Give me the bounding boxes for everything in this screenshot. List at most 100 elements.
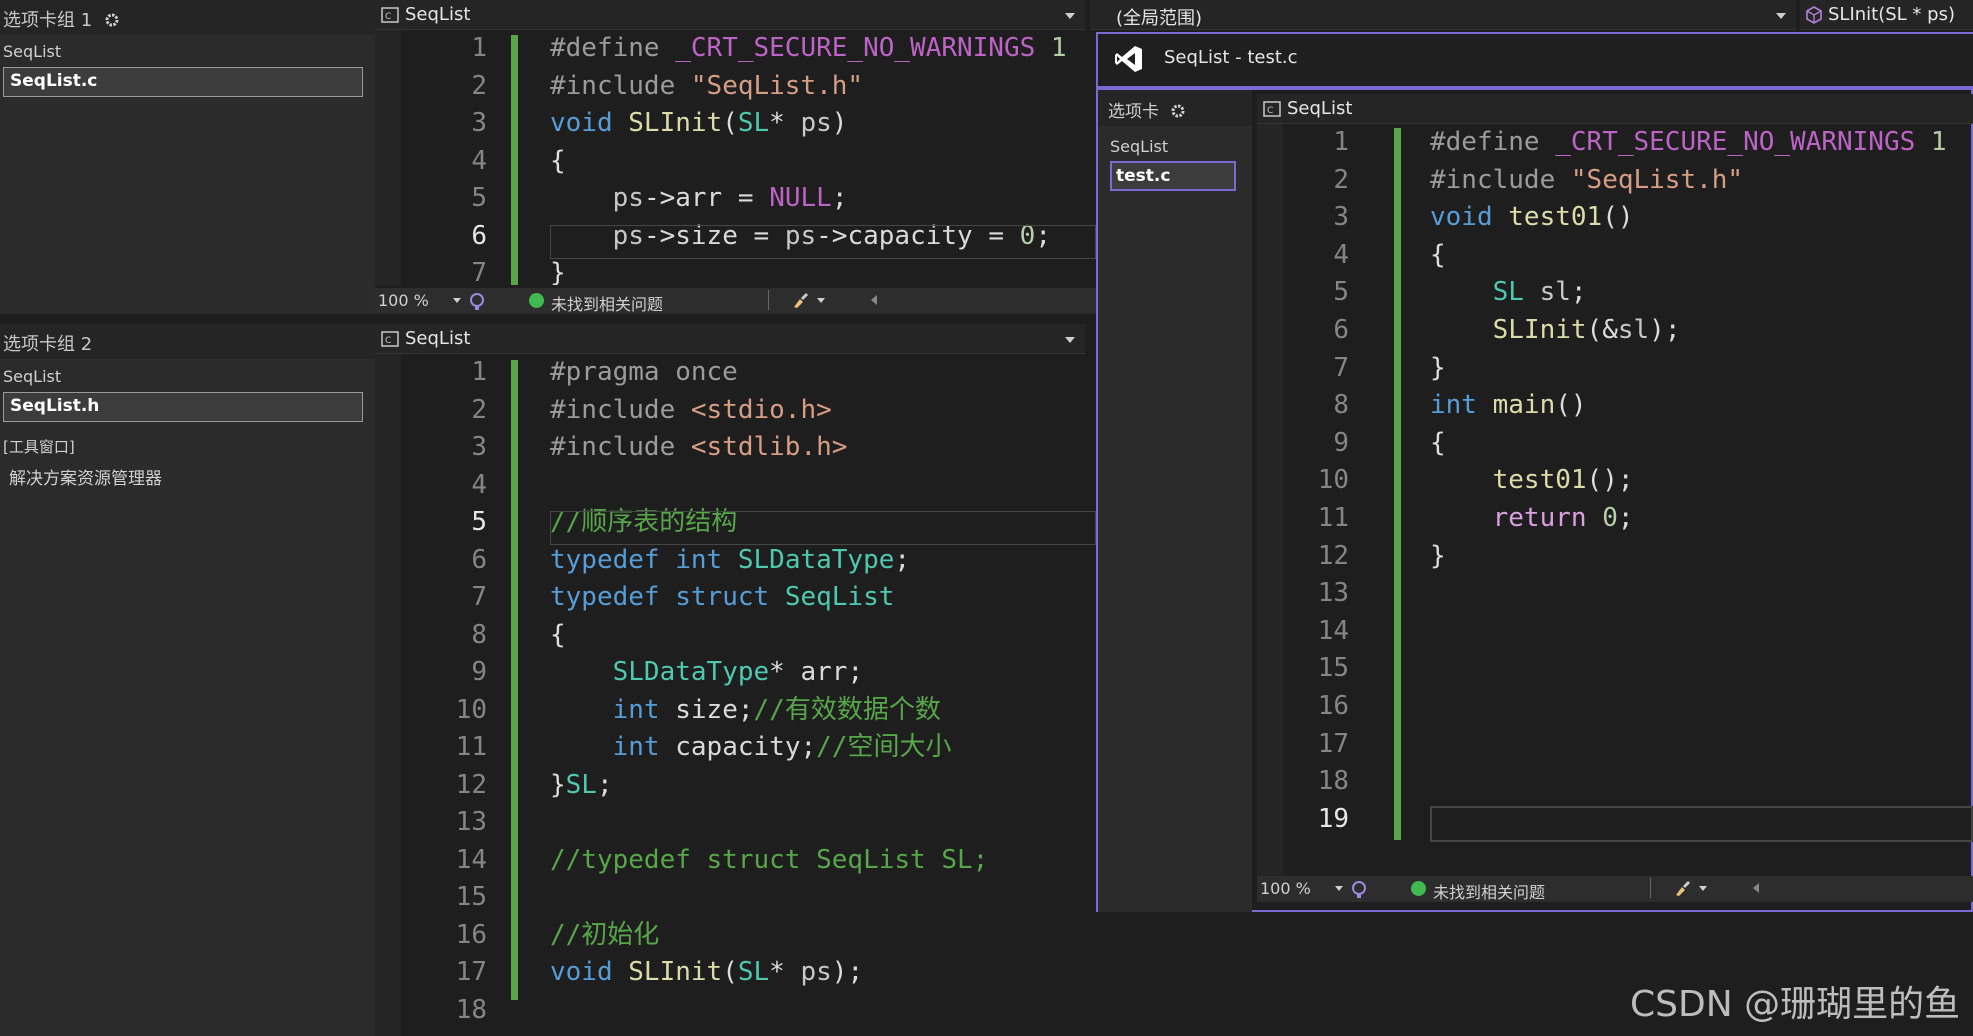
line-number: 17 [455, 957, 487, 987]
spell-icon[interactable] [1351, 880, 1367, 898]
code-line[interactable]: #define _CRT_SECURE_NO_WARNINGS 1 [1430, 124, 1947, 162]
gear-icon[interactable] [1170, 103, 1186, 119]
float-change-bar [1394, 128, 1401, 840]
float-tab-panel: 选项卡 SeqList test.c [1098, 90, 1252, 912]
status-text[interactable]: 未找到相关问题 [551, 291, 663, 315]
code-line[interactable]: SLInit(&sl); [1430, 312, 1681, 350]
code-token: { [1430, 239, 1446, 270]
code-line[interactable]: { [550, 143, 566, 181]
spell-icon[interactable] [469, 292, 485, 310]
line-number: 7 [471, 258, 487, 288]
chevron-down-icon[interactable] [1699, 886, 1707, 891]
tab-file-seqlist-c[interactable]: SeqList.c [3, 67, 363, 97]
line-number: 12 [1317, 540, 1349, 571]
code-token: #include [550, 394, 691, 425]
code-token: ; [894, 544, 911, 575]
solution-explorer-item[interactable]: 解决方案资源管理器 [9, 464, 162, 489]
scope-dropdown[interactable]: (全局范围) [1090, 0, 1796, 30]
brush-icon[interactable] [790, 291, 810, 309]
zoom-level[interactable]: 100 % [378, 291, 429, 310]
code-line[interactable]: void SLInit(SL* ps); [550, 954, 863, 992]
tab-file-test-c[interactable]: test.c [1110, 161, 1236, 191]
float-status-text[interactable]: 未找到相关问题 [1433, 879, 1545, 903]
float-code-area[interactable]: #define _CRT_SECURE_NO_WARNINGS 1 #includ… [1430, 124, 1973, 876]
line-number: 1 [1333, 127, 1349, 157]
code-token: typedef [550, 582, 676, 612]
chevron-down-icon[interactable] [453, 298, 461, 303]
code-line[interactable]: } [550, 255, 566, 285]
code-line[interactable]: #include "SeqList.h" [1430, 162, 1743, 200]
code-line[interactable]: #include <stdlib.h> [550, 429, 847, 467]
code-line[interactable]: int capacity;//空间大小 [550, 729, 952, 767]
code-line[interactable]: { [1430, 425, 1446, 463]
tab-group-2-header[interactable]: 选项卡组 2 [0, 324, 375, 359]
code-line[interactable]: test01(); [1430, 462, 1634, 500]
brush-icon[interactable] [1672, 879, 1692, 897]
code-line[interactable]: SLDataType* arr; [550, 654, 863, 692]
code-token: _CRT_SECURE_NO_WARNINGS [675, 33, 1036, 63]
code-line[interactable]: { [550, 617, 566, 655]
top-project-dropdown[interactable]: C SeqList [375, 0, 1085, 30]
code-line[interactable]: SL sl; [1430, 274, 1587, 312]
code-token: sl [1617, 315, 1650, 345]
code-line[interactable]: #include <stdio.h> [550, 392, 832, 430]
file-c-icon: C [1263, 101, 1281, 117]
line-number: 5 [1333, 277, 1349, 308]
code-line[interactable]: int size;//有效数据个数 [550, 692, 941, 730]
code-token: } [550, 258, 566, 285]
bottom-code-area[interactable]: #pragma once #include <stdio.h> #include <… [550, 354, 1096, 1036]
line-number: 12 [455, 769, 487, 800]
code-line[interactable]: //typedef struct SeqList SL; [550, 842, 988, 880]
code-line[interactable]: typedef int SLDataType; [550, 542, 910, 580]
code-line[interactable]: #include "SeqList.h" [550, 68, 863, 106]
code-line[interactable]: { [1430, 237, 1446, 275]
member-dropdown[interactable]: SLInit(SL * ps) [1800, 0, 1973, 30]
chevron-down-icon[interactable] [817, 298, 825, 303]
float-project-dropdown[interactable]: C SeqList [1257, 94, 1973, 124]
line-number: 6 [471, 220, 487, 251]
code-line[interactable]: return 0; [1430, 500, 1634, 538]
file-c-icon: C [381, 7, 399, 23]
gear-icon[interactable] [104, 12, 120, 28]
float-tab-group-title: 选项卡 [1108, 102, 1159, 122]
code-line[interactable]: int main() [1430, 387, 1587, 425]
code-line[interactable]: }SL; [550, 767, 613, 805]
code-token: ps [612, 183, 644, 213]
code-token: 1 [1050, 33, 1067, 63]
code-line[interactable]: } [1430, 538, 1446, 576]
line-number: 1 [471, 33, 487, 63]
bottom-project-dropdown[interactable]: C SeqList [375, 324, 1085, 354]
line-number: 7 [1333, 352, 1349, 383]
chevron-down-icon[interactable] [1335, 886, 1343, 891]
code-line[interactable]: typedef struct SeqList [550, 579, 894, 617]
status-ok-icon [529, 293, 544, 308]
code-token: //有效数据个数 [753, 694, 941, 725]
code-line[interactable]: } [1430, 350, 1446, 388]
code-token: * [769, 957, 801, 987]
code-token: #include [1430, 164, 1571, 195]
code-token: int [1430, 390, 1493, 421]
code-line[interactable]: ps->arr = NULL; [550, 180, 848, 218]
code-line[interactable]: //初始化 [550, 917, 659, 955]
line-number: 8 [1333, 390, 1349, 421]
float-zoom-level[interactable]: 100 % [1260, 879, 1311, 898]
code-token: () [1602, 202, 1634, 233]
code-line[interactable]: #pragma once [550, 354, 738, 392]
code-line[interactable]: void test01() [1430, 199, 1634, 237]
code-token: capacity [675, 732, 801, 762]
tab-file-seqlist-h[interactable]: SeqList.h [3, 392, 363, 422]
line-number: 5 [471, 183, 487, 213]
code-token: int [612, 694, 676, 725]
line-number: 8 [471, 619, 487, 650]
float-tab-group-header[interactable]: 选项卡 [1098, 90, 1252, 126]
code-line[interactable]: void SLInit(SL* ps) [550, 105, 847, 143]
window-title-bar[interactable]: SeqList - test.c [1098, 34, 1973, 86]
line-number: 4 [1333, 239, 1349, 270]
code-token: * [769, 657, 801, 687]
scroll-left-icon[interactable] [1753, 883, 1759, 893]
code-token: SLDataType [737, 544, 895, 575]
tab-group-1-header[interactable]: 选项卡组 1 [0, 0, 375, 35]
scroll-left-icon[interactable] [871, 295, 877, 305]
code-line[interactable]: #define _CRT_SECURE_NO_WARNINGS 1 [550, 30, 1067, 68]
